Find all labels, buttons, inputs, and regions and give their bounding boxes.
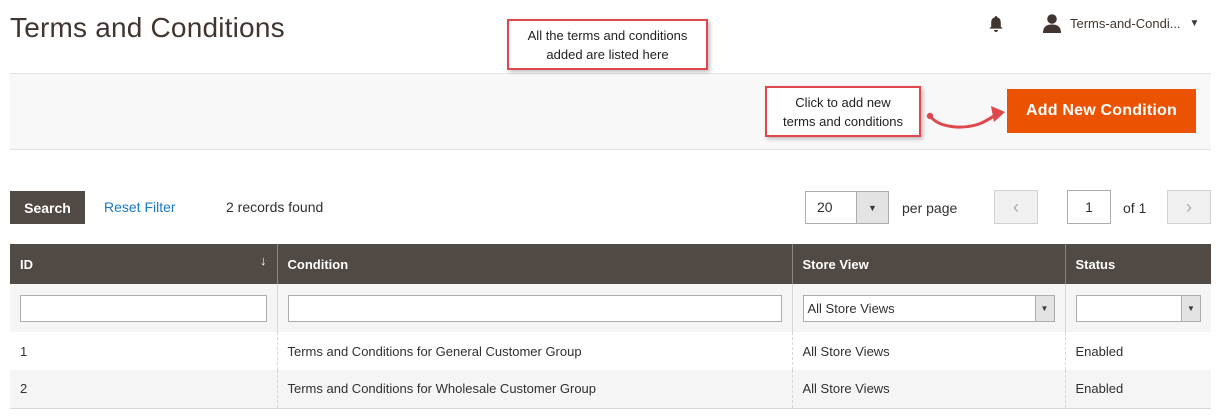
page-number-input[interactable]: 1: [1067, 190, 1111, 224]
records-count: 2 records found: [226, 199, 324, 215]
chevron-down-icon: ▼: [1189, 17, 1200, 29]
next-page-button[interactable]: ›: [1167, 190, 1211, 224]
bell-icon[interactable]: [988, 15, 1004, 33]
callout-grid-note: All the terms and conditions added are l…: [507, 19, 708, 70]
table-row[interactable]: 1 Terms and Conditions for General Custo…: [10, 332, 1211, 370]
cell-id: 2: [10, 370, 277, 409]
callout-arrow-icon: [926, 106, 1005, 129]
callout-add-note-line2: terms and conditions: [783, 113, 903, 129]
cell-store-view: All Store Views: [791, 370, 1065, 409]
column-header-store-view[interactable]: Store View: [791, 244, 1065, 284]
callout-add-note: Click to add new terms and conditions: [765, 86, 921, 137]
column-header-id-label: ID: [20, 256, 33, 272]
cell-condition: Terms and Conditions for Wholesale Custo…: [276, 370, 792, 409]
callout-add-note-line1: Click to add new: [795, 94, 891, 110]
page-total: of 1: [1123, 200, 1147, 216]
column-header-condition[interactable]: Condition: [276, 244, 792, 284]
id-filter-input[interactable]: [20, 294, 267, 322]
triangle-down-icon[interactable]: ▼: [856, 192, 888, 223]
chevron-left-icon: ‹: [1013, 196, 1019, 217]
account-name: Terms-and-Condi...: [1070, 15, 1181, 31]
callout-grid-note-line1: All the terms and conditions: [527, 27, 688, 43]
table-row[interactable]: 2 Terms and Conditions for Wholesale Cus…: [10, 370, 1211, 409]
callout-grid-note-line2: added are listed here: [546, 46, 669, 62]
per-page-label: per page: [902, 200, 958, 216]
account-menu[interactable]: Terms-and-Condi... ▼: [1042, 12, 1199, 34]
cell-id: 1: [10, 332, 277, 370]
store-view-filter-select[interactable]: All Store Views ▼: [802, 294, 1055, 322]
user-icon: [1043, 14, 1061, 33]
column-header-id[interactable]: ID ↓: [10, 244, 277, 284]
search-button[interactable]: Search: [10, 191, 85, 224]
per-page-value: 20: [817, 199, 833, 215]
add-new-condition-button[interactable]: Add New Condition: [1007, 89, 1196, 133]
filter-row: All Store Views ▼ ▼: [10, 284, 1211, 332]
cell-status: Enabled: [1064, 332, 1211, 370]
cell-store-view: All Store Views: [791, 332, 1065, 370]
status-filter-select[interactable]: ▼: [1075, 294, 1201, 322]
previous-page-button[interactable]: ‹: [994, 190, 1038, 224]
triangle-down-icon: ▼: [1181, 295, 1200, 321]
sort-down-icon: ↓: [260, 253, 267, 268]
page-title: Terms and Conditions: [10, 12, 285, 43]
store-view-filter-value: All Store Views: [807, 300, 895, 316]
condition-filter-input[interactable]: [287, 294, 782, 322]
chevron-right-icon: ›: [1186, 196, 1192, 217]
column-header-status[interactable]: Status: [1064, 244, 1211, 284]
per-page-select[interactable]: 20 ▼: [805, 191, 889, 224]
cell-status: Enabled: [1064, 370, 1211, 409]
terms-grid: ID ↓ Condition Store View Status All Sto…: [10, 244, 1211, 409]
triangle-down-icon: ▼: [1034, 295, 1054, 321]
cell-condition: Terms and Conditions for General Custome…: [276, 332, 792, 370]
reset-filter-link[interactable]: Reset Filter: [104, 199, 176, 215]
